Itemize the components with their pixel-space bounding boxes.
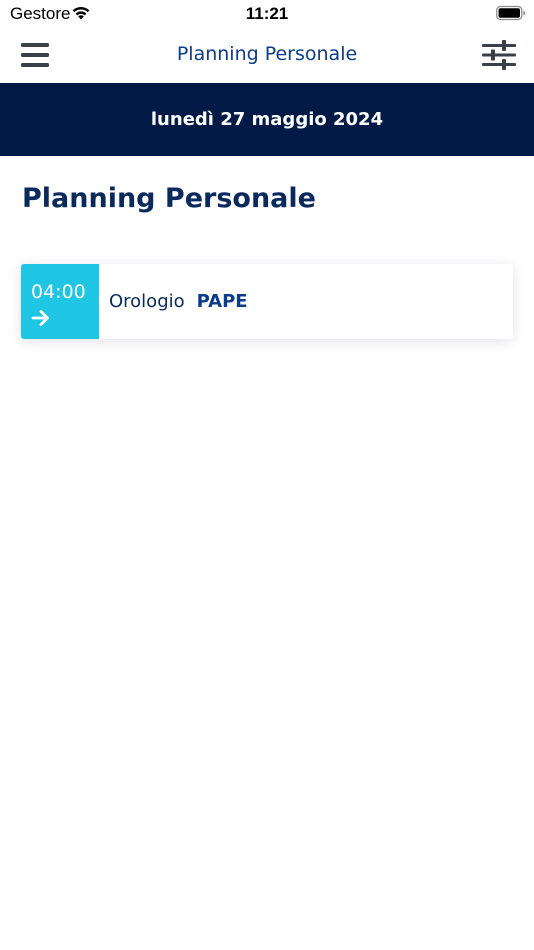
page-title: Planning Personale [22,183,316,214]
sliders-filter-icon [482,40,516,70]
planning-entry-card[interactable]: 04:00 Orologio PAPE [21,264,513,339]
nav-title: Planning Personale [176,43,358,65]
entry-body: Orologio PAPE [99,264,513,339]
entry-label: Orologio [109,291,185,312]
status-bar: Gestore 11:21 [0,0,534,28]
battery-icon [496,5,526,21]
arrow-right-icon [31,310,49,326]
entry-value: PAPE [196,291,248,312]
date-banner: lunedì 27 maggio 2024 [0,83,534,156]
clock: 11:21 [245,4,289,23]
time-block: 04:00 [21,264,99,339]
navigation-bar: Planning Personale [0,28,534,83]
filter-button[interactable] [478,38,520,72]
entry-time: 04:00 [31,281,86,303]
current-date: lunedì 27 maggio 2024 [150,109,384,130]
app-screen: Gestore 11:21 Planning Personale lunedì … [0,0,534,950]
